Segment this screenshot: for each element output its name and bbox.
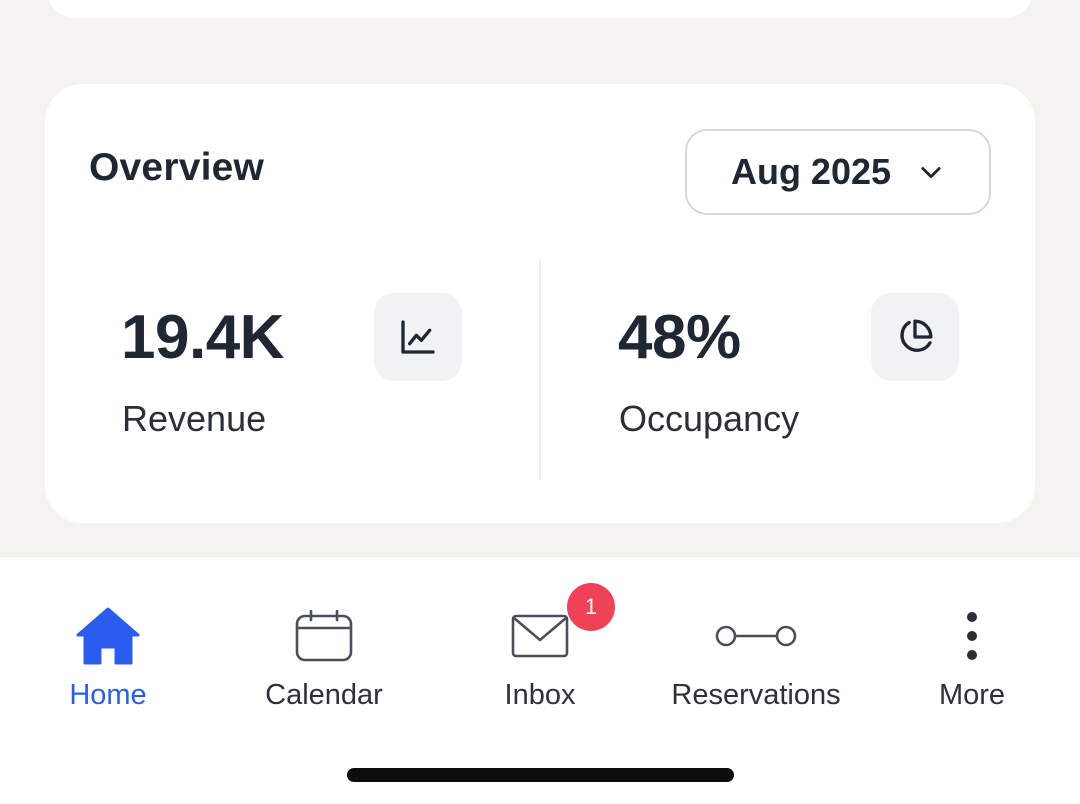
nav-home[interactable]: Home [0,607,216,717]
home-indicator [347,768,734,782]
occupancy-label: Occupancy [619,398,800,439]
nav-calendar-label: Calendar [265,679,383,711]
revenue-icon-button[interactable] [374,293,462,381]
line-chart-icon [401,320,435,354]
chevron-down-icon [921,167,941,179]
overview-title: Overview [89,146,265,189]
revenue-label: Revenue [122,398,267,439]
nav-inbox-label: Inbox [504,679,576,711]
home-icon [76,607,140,665]
more-vertical-icon [967,612,977,660]
nav-inbox[interactable]: 1 Inbox [432,583,648,717]
app-screen: Overview Aug 2025 19.4K Revenue 48% Occu… [0,0,1080,804]
previous-card [46,0,1034,18]
occupancy-value: 48% [618,303,741,372]
mail-icon [511,614,569,658]
reservations-icon [715,625,797,647]
calendar-icon [295,610,353,662]
nav-reservations-label: Reservations [671,679,841,711]
period-dropdown[interactable]: Aug 2025 [685,129,991,215]
revenue-value: 19.4K [121,303,284,372]
nav-reservations[interactable]: Reservations [648,607,864,717]
period-value: Aug 2025 [730,151,892,192]
inbox-unread-badge: 1 [567,583,615,631]
overview-card: Overview Aug 2025 19.4K Revenue 48% Occu… [45,84,1035,523]
nav-more[interactable]: More [864,607,1080,717]
nav-calendar[interactable]: Calendar [216,607,432,717]
bottom-nav: Home Calendar 1 Inbox Reservations More [0,556,1080,804]
metrics-divider [539,260,541,480]
occupancy-icon-button[interactable] [871,293,959,381]
nav-more-label: More [938,679,1006,711]
pie-chart-icon [900,319,933,352]
nav-home-label: Home [69,679,147,711]
